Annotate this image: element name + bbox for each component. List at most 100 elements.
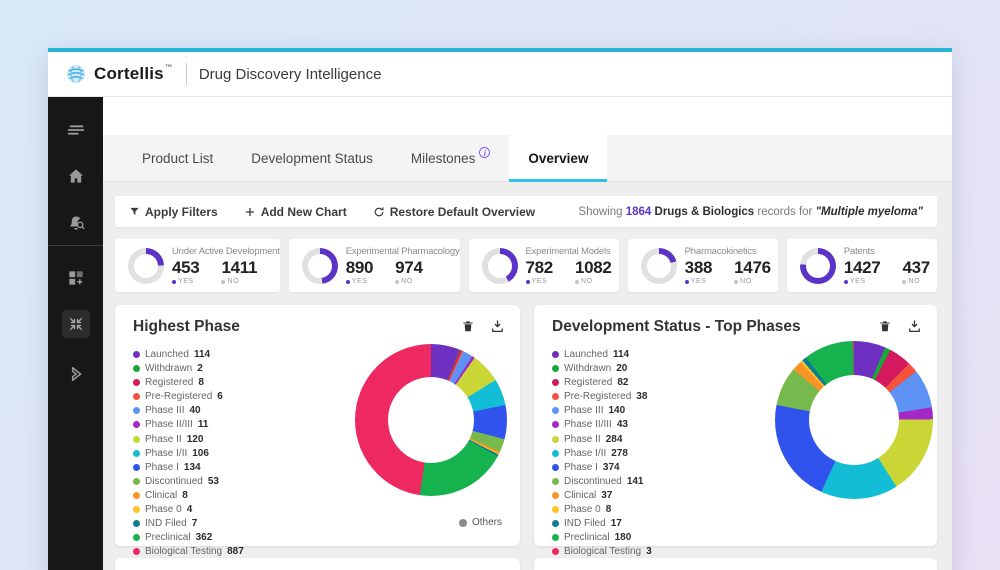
trash-icon <box>878 318 892 334</box>
delete-chart-button[interactable] <box>878 318 892 334</box>
legend-label: Phase 0 <box>564 504 601 515</box>
legend-item[interactable]: Phase II284 <box>552 434 652 445</box>
legend-dot <box>133 407 140 414</box>
no-dot <box>575 280 579 284</box>
legend-item[interactable]: Phase III40 <box>133 405 244 416</box>
legend-label: Phase III <box>564 405 603 416</box>
delete-chart-button[interactable] <box>461 318 475 334</box>
legend-label: Phase I <box>145 462 179 473</box>
legend-item[interactable]: Biological Testing3 <box>552 546 652 557</box>
legend-item[interactable]: Biological Testing 887 <box>133 546 244 557</box>
no-dot <box>221 280 225 284</box>
legend-item[interactable]: Withdrawn2 <box>133 363 244 374</box>
kpi-yes-value: 1427 <box>844 258 881 277</box>
restore-default-overview-button[interactable]: Restore Default Overview <box>373 205 535 219</box>
kpi-under-active-development[interactable]: Under Active Development 453YES 1411NO <box>115 239 280 292</box>
legend-count: 53 <box>208 476 219 487</box>
legend-dot <box>133 436 140 443</box>
menu-icon[interactable] <box>48 115 103 145</box>
legend-label: Biological Testing <box>145 546 222 557</box>
kpi-label: Patents <box>844 246 930 257</box>
collapse-icon[interactable] <box>48 309 103 339</box>
info-icon[interactable]: i <box>479 147 490 158</box>
legend-count: 140 <box>608 405 625 416</box>
legend-count: 114 <box>194 349 210 360</box>
legend-item[interactable]: Pre-Registered6 <box>133 391 244 402</box>
tab-development-status[interactable]: Development Status <box>232 135 392 181</box>
legend-label: Clinical <box>564 490 596 501</box>
kpi-pharmacokinetics[interactable]: Pharmacokinetics 388YES 1476NO <box>628 239 778 292</box>
legend-label: Phase II <box>145 434 182 445</box>
download-chart-button[interactable] <box>907 318 922 334</box>
legend-item[interactable]: Withdrawn20 <box>552 363 652 374</box>
kpi-label: Experimental Pharmacology <box>346 246 460 257</box>
legend-label: Preclinical <box>564 532 610 543</box>
sidebar <box>48 97 103 570</box>
legend-item[interactable]: Discontinued53 <box>133 476 244 487</box>
legend-count: 2 <box>197 363 203 374</box>
legend-item[interactable]: Registered8 <box>133 377 244 388</box>
donut-chart[interactable] <box>355 344 507 496</box>
legend-count: 180 <box>615 532 632 543</box>
plus-icon <box>244 206 256 218</box>
legend-label: Phase I/II <box>145 448 187 459</box>
trash-icon <box>461 318 475 334</box>
legend-item[interactable]: Phase II 120 <box>133 434 244 445</box>
legend-item[interactable]: Discontinued141 <box>552 476 652 487</box>
tab-milestones[interactable]: Milestonesi <box>392 135 510 181</box>
legend-item[interactable]: IND Filed7 <box>133 518 244 529</box>
record-count-status: Showing 1864 Drugs & Biologics records f… <box>578 206 923 218</box>
legend-item[interactable]: Phase 04 <box>133 504 244 515</box>
alert-search-icon[interactable] <box>48 209 103 239</box>
kpi-gauge <box>800 248 836 284</box>
legend-item[interactable]: Pre-Registered38 <box>552 391 652 402</box>
legend-item[interactable]: Phase I/II 106 <box>133 448 244 459</box>
legend-count: 106 <box>192 448 209 459</box>
legend-item[interactable]: Launched114 <box>133 349 244 360</box>
legend-item[interactable]: Clinical37 <box>552 490 652 501</box>
legend-dot <box>133 534 140 541</box>
legend-item[interactable]: Preclinical 180 <box>552 532 652 543</box>
legend-item[interactable]: IND Filed17 <box>552 518 652 529</box>
tab-product-list[interactable]: Product List <box>123 135 232 181</box>
download-chart-button[interactable] <box>490 318 505 334</box>
legend-item[interactable]: Phase III 140 <box>552 405 652 416</box>
kpi-experimental-pharmacology[interactable]: Experimental Pharmacology 890YES 974NO <box>289 239 460 292</box>
tab-label: Milestones <box>411 151 476 166</box>
kpi-no-value: 974 <box>395 258 422 277</box>
kpi-label: Experimental Models <box>526 246 612 257</box>
legend-label: Registered <box>145 377 193 388</box>
legend-item[interactable]: Phase I374 <box>552 462 652 473</box>
kpi-experimental-models[interactable]: Experimental Models 782YES 1082NO <box>469 239 619 292</box>
legend-item[interactable]: Phase II/III43 <box>552 419 652 430</box>
clarivate-logo-icon[interactable] <box>48 359 103 389</box>
legend-item[interactable]: Launched114 <box>552 349 652 360</box>
kpi-patents[interactable]: Patents 1427YES 437NO <box>787 239 937 292</box>
legend-item[interactable]: Preclinical362 <box>133 532 244 543</box>
donut-chart[interactable] <box>775 341 933 499</box>
legend-item[interactable]: Phase II/III11 <box>133 419 244 430</box>
legend-count: 120 <box>187 434 204 445</box>
others-legend[interactable]: Others <box>459 517 502 528</box>
tab-overview[interactable]: Overview <box>509 135 607 181</box>
apply-filters-button[interactable]: Apply Filters <box>129 205 218 219</box>
legend-item[interactable]: Clinical8 <box>133 490 244 501</box>
dashboard-add-icon[interactable] <box>48 263 103 293</box>
yes-dot <box>172 280 176 284</box>
legend-count: 38 <box>636 391 647 402</box>
legend-dot <box>133 548 140 555</box>
legend-dot <box>133 450 140 457</box>
legend-item[interactable]: Registered82 <box>552 377 652 388</box>
legend-dot <box>133 506 140 513</box>
chart-title: Highest Phase <box>133 318 240 336</box>
legend-item[interactable]: Phase 08 <box>552 504 652 515</box>
legend-dot <box>552 351 559 358</box>
legend-item[interactable]: Phase I/II278 <box>552 448 652 459</box>
legend-label: Phase I/II <box>564 448 606 459</box>
legend-count: 887 <box>227 546 244 557</box>
add-new-chart-button[interactable]: Add New Chart <box>244 205 347 219</box>
kpi-no-value: 437 <box>902 258 929 277</box>
legend-item[interactable]: Phase I134 <box>133 462 244 473</box>
legend-label: Phase 0 <box>145 504 182 515</box>
home-icon[interactable] <box>48 161 103 191</box>
